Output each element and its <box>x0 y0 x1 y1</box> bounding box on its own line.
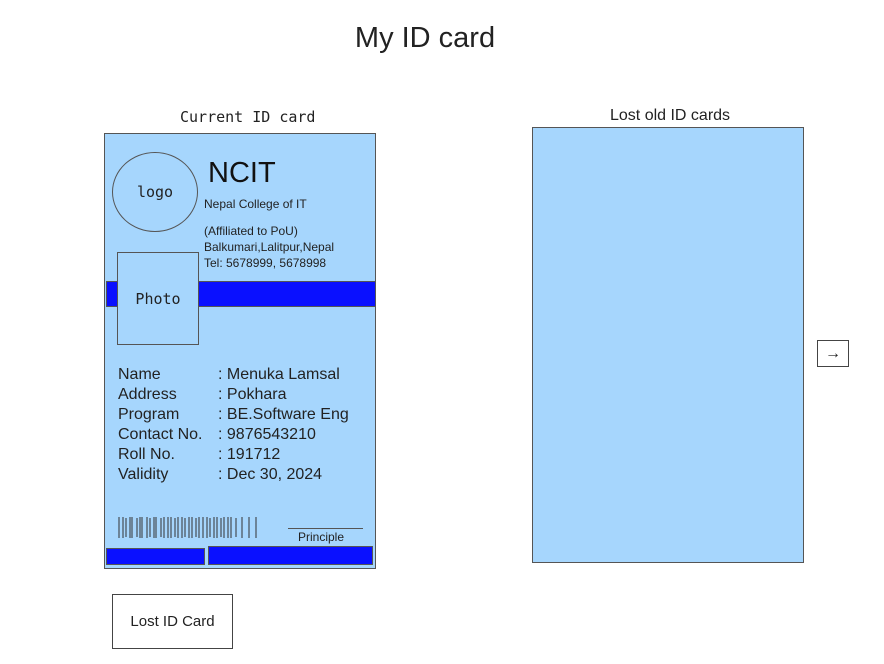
page-title: My ID card <box>354 22 496 54</box>
college-tel: Tel: 5678999, 5678998 <box>204 256 327 270</box>
arrow-right-icon: → <box>825 344 841 362</box>
college-address: Balkumari,Lalitpur,Nepal <box>204 240 335 254</box>
field-row-roll: Roll No. : 191712 <box>118 446 349 466</box>
student-fields: Name : Menuka Lamsal Address : Pokhara P… <box>118 366 349 486</box>
field-label: Contact No. <box>118 426 203 443</box>
field-row-address: Address : Pokhara <box>118 386 349 406</box>
field-value: : Dec 30, 2024 <box>218 466 323 483</box>
field-value: : 191712 <box>218 446 281 463</box>
field-label: Roll No. <box>118 446 175 463</box>
signature-line <box>288 528 363 529</box>
field-value: : BE.Software Eng <box>218 406 349 423</box>
field-row-name: Name : Menuka Lamsal <box>118 366 349 386</box>
field-value: : 9876543210 <box>218 426 316 443</box>
field-label: Address <box>118 386 177 403</box>
field-row-validity: Validity : Dec 30, 2024 <box>118 466 349 486</box>
lost-cards-caption: Lost old ID cards <box>610 107 731 124</box>
college-logo: logo <box>112 152 198 232</box>
next-arrow-button[interactable]: → <box>817 340 849 367</box>
college-details: (Affiliated to PoU) Balkumari,Lalitpur,N… <box>204 223 334 271</box>
barcode-icon <box>118 517 257 538</box>
field-value: : Menuka Lamsal <box>218 366 340 383</box>
college-short-name: NCIT <box>208 157 276 189</box>
field-label: Validity <box>118 466 169 483</box>
signature-label: Principle <box>298 530 345 544</box>
field-row-program: Program : BE.Software Eng <box>118 406 349 426</box>
field-row-contact: Contact No. : 9876543210 <box>118 426 349 446</box>
field-label: Name <box>118 366 161 383</box>
current-card-caption: Current ID card <box>180 108 316 126</box>
college-full-name: Nepal College of IT <box>204 197 307 211</box>
lost-cards-panel[interactable] <box>532 127 804 563</box>
field-value: : Pokhara <box>218 386 287 403</box>
card-footer-band-right <box>208 546 373 565</box>
lost-id-card-button[interactable]: Lost ID Card <box>112 594 233 649</box>
student-photo: Photo <box>117 252 199 345</box>
field-label: Program <box>118 406 180 423</box>
college-affiliation: (Affiliated to PoU) <box>204 224 298 238</box>
card-footer-band-left <box>106 548 205 565</box>
